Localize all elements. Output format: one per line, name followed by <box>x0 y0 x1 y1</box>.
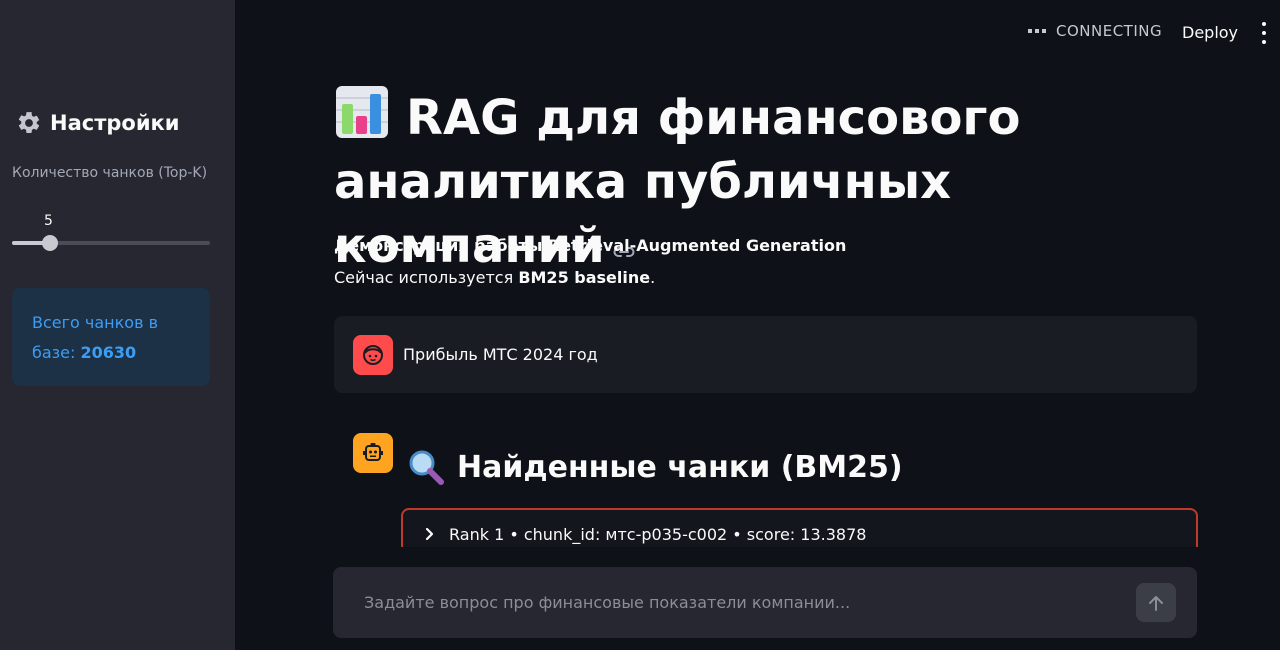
assistant-avatar <box>353 433 393 473</box>
user-message-text: Прибыль МТС 2024 год <box>403 345 598 364</box>
caption-suffix: . <box>650 268 656 287</box>
arrow-up-icon <box>1149 595 1163 611</box>
send-button[interactable] <box>1136 583 1176 622</box>
connection-status: CONNECTING <box>1028 22 1162 40</box>
bar-chart-icon <box>336 86 388 138</box>
caption-bold: BM25 baseline <box>518 268 651 287</box>
sidebar: Настройки Количество чанков (Top-K) 5 Вс… <box>0 0 235 650</box>
user-avatar <box>353 334 393 375</box>
deploy-button[interactable]: Deploy <box>1172 18 1248 48</box>
main-menu-icon[interactable] <box>1258 22 1270 44</box>
robot-icon <box>363 443 383 461</box>
chevron-right-icon <box>425 527 434 541</box>
sidebar-title: Настройки <box>50 111 180 135</box>
sidebar-header: Настройки <box>16 110 180 136</box>
caption: Сейчас используется BM25 baseline. <box>334 268 655 287</box>
gear-icon <box>18 112 40 133</box>
chunk-count-value: 20630 <box>80 343 137 362</box>
connection-status-text: CONNECTING <box>1056 22 1163 40</box>
slider-value: 5 <box>44 213 53 229</box>
streamlit-app: Настройки Количество чанков (Top-K) 5 Вс… <box>0 0 1280 650</box>
expander-label: Rank 1 • chunk_id: мтс-p035-c002 • score… <box>449 524 867 544</box>
user-chat-message: Прибыль МТС 2024 год <box>334 316 1197 393</box>
section-heading: Найденные чанки (BM25) <box>407 448 903 486</box>
caption-prefix: Сейчас используется <box>334 268 519 287</box>
chat-input-placeholder: Задайте вопрос про финансовые показатели… <box>364 593 851 612</box>
user-face-icon <box>363 344 383 365</box>
status-dots-icon <box>1028 29 1046 33</box>
slider-label: Количество чанков (Top-K) <box>12 165 208 181</box>
magnifier-icon <box>409 450 444 485</box>
chat-input[interactable]: Задайте вопрос про финансовые показатели… <box>333 567 1197 638</box>
subtitle: Демонстрация работы Retrieval-Augmented … <box>334 236 847 255</box>
section-heading-text: Найденные чанки (BM25) <box>457 449 903 485</box>
chunk-count-info: Всего чанков в базе: 20630 <box>12 288 210 386</box>
topk-slider-thumb[interactable] <box>41 235 58 251</box>
